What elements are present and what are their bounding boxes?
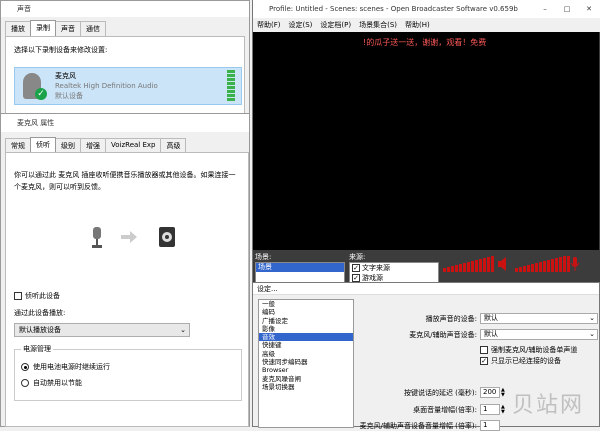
radio-row-auto[interactable]: 自动禁用以节能 (21, 378, 82, 388)
close-icon[interactable]: ✕ (578, 0, 600, 18)
chevron-down-icon: ⌄ (180, 324, 186, 336)
scene-item-selected[interactable]: 场景 (256, 263, 344, 272)
playback-through-label: 通过此设备播放: (14, 308, 65, 318)
only-connected-row[interactable]: ✓ 只显示已经连接的设备 (480, 356, 561, 366)
ptt-delay-row: 按键说话的延迟 (毫秒): 200 ▲▼ (363, 387, 505, 398)
arrow-right-icon (120, 230, 138, 244)
playback-device-combo-value: 默认 (484, 314, 498, 322)
menu-file[interactable]: 帮助(F) (257, 18, 281, 32)
watermark-text: 贝站网 (512, 387, 584, 419)
source-label: 文字来源 (362, 263, 390, 273)
force-mono-checkbox[interactable] (480, 346, 488, 354)
settings-item-broadcast[interactable]: 广播设定 (259, 317, 353, 325)
desktop-boost-label: 桌面音量增幅(倍率): (363, 405, 477, 415)
only-connected-label: 只显示已经连接的设备 (491, 356, 561, 366)
obs-preview[interactable]: !的瓜子送一送，谢谢，观看！免费 (253, 32, 599, 250)
settings-item-browser[interactable]: Browser (259, 366, 353, 374)
mic-device-combo[interactable]: 默认 ⌄ (480, 329, 598, 340)
only-connected-checkbox[interactable]: ✓ (480, 357, 488, 365)
obs-title: Profile: Untitled - Scenes: scenes - Ope… (269, 5, 518, 13)
radio-battery-label: 使用电池电源时继续运行 (33, 362, 110, 372)
mic-volume-meter[interactable] (515, 256, 570, 272)
settings-item-quicksync[interactable]: 快速同步编码器 (259, 358, 353, 366)
device-driver: Realtek High Definition Audio (55, 81, 158, 91)
desktop-boost-input[interactable]: 1 (480, 404, 500, 415)
maximize-icon[interactable]: □ (556, 0, 578, 18)
force-mono-row[interactable]: 强制麦克风/辅助设备单声道 (480, 345, 577, 355)
scenes-label: 场景: (255, 252, 271, 262)
listen-description: 你可以通过此 麦克风 插座收听便携音乐播放器或其他设备。如果连接一个麦克风，则可… (14, 169, 242, 193)
recording-panel: 选择以下录制设备来修改设置: ✓ 麦克风 Realtek High Defini… (5, 36, 245, 121)
radio-row-battery[interactable]: 使用电池电源时继续运行 (21, 362, 110, 372)
playback-device-combo[interactable]: 默认 ⌄ (480, 313, 598, 324)
mic-properties-title: 麦克风 属性 (1, 114, 249, 132)
power-management-legend: 电源管理 (21, 344, 53, 354)
radio-battery[interactable] (21, 363, 29, 371)
device-name: 麦克风 (55, 71, 158, 81)
spinner-arrows-icon[interactable]: ▲▼ (501, 405, 505, 415)
mic-device-combo-value: 默认 (484, 330, 498, 338)
source-item[interactable]: ✓ 文字来源 (350, 263, 438, 273)
ptt-delay-label: 按键说话的延迟 (毫秒): (363, 388, 477, 398)
default-check-icon: ✓ (35, 88, 47, 100)
mic-device-label: 麦克风/辅助声音设备: (363, 330, 477, 340)
desktop-speaker-icon[interactable] (497, 256, 509, 272)
menu-scene-collection[interactable]: 场景集合(S) (359, 18, 397, 32)
preview-ticker-text: !的瓜子送一送，谢谢，观看！免费 (363, 37, 486, 48)
mic-properties-dialog: 麦克风 属性 常规 侦听 级别 增强 VoizReal Exp 高级 你可以通过… (0, 113, 250, 427)
force-mono-label: 强制麦克风/辅助设备单声道 (491, 345, 577, 355)
settings-item-video[interactable]: 影像 (259, 325, 353, 333)
mic-boost-input[interactable]: 1 (480, 420, 500, 431)
mic-boost-row: 麦克风/辅助声音设备音量增幅 (倍率): 1 (313, 420, 500, 431)
chevron-down-icon: ⌄ (589, 330, 595, 339)
spinner-arrows-icon[interactable]: ▲▼ (501, 388, 505, 398)
playback-device-row: 播放声音的设备: 默认 ⌄ (363, 313, 598, 324)
menu-help[interactable]: 帮助(H) (405, 18, 430, 32)
sources-label: 来源: (349, 252, 365, 262)
desktop-boost-row: 桌面音量增幅(倍率): 1 ▲▼ (363, 404, 505, 415)
listen-checkbox[interactable] (14, 292, 22, 300)
minimize-icon[interactable]: – (534, 0, 556, 18)
tab-recording[interactable]: 录制 (30, 20, 56, 37)
menu-profile[interactable]: 设定档(P) (320, 18, 351, 32)
settings-item-advanced[interactable]: 高级 (259, 350, 353, 358)
settings-item-encoding[interactable]: 编码 (259, 308, 353, 316)
sound-dialog-title: 声音 (1, 1, 249, 17)
settings-item-hotkeys[interactable]: 快捷键 (259, 341, 353, 349)
settings-item-noise-gate[interactable]: 麦克风噪音闸 (259, 375, 353, 383)
radio-auto-label: 自动禁用以节能 (33, 378, 82, 388)
power-management-group: 电源管理 使用电池电源时继续运行 自动禁用以节能 (14, 349, 242, 401)
mic-icon[interactable] (569, 256, 581, 272)
settings-title: 设定... (253, 283, 599, 295)
playback-device-label: 播放声音的设备: (363, 314, 477, 324)
recording-device-item[interactable]: ✓ 麦克风 Realtek High Definition Audio 默认设备 (14, 67, 242, 105)
menu-settings[interactable]: 设定(S) (289, 18, 313, 32)
listen-checkbox-row[interactable]: 侦听此设备 (14, 291, 60, 301)
speaker-icon (156, 225, 178, 251)
level-meter (227, 70, 235, 104)
sound-dialog: 声音 播放 录制 声音 通信 选择以下录制设备来修改设置: ✓ 麦克风 Real… (0, 0, 250, 120)
radio-auto-disable[interactable] (21, 379, 29, 387)
playback-device-value: 默认播放设备 (19, 326, 61, 334)
obs-menubar: 帮助(F) 设定(S) 设定档(P) 场景集合(S) 帮助(H) (253, 18, 600, 32)
mic-boost-label: 麦克风/辅助声音设备音量增幅 (倍率): (313, 421, 477, 431)
ptt-delay-input[interactable]: 200 (480, 387, 500, 398)
device-status: 默认设备 (55, 91, 158, 101)
source-checkbox[interactable]: ✓ (352, 264, 360, 272)
source-checkbox[interactable]: ✓ (352, 274, 360, 282)
mic-device-row: 麦克风/辅助声音设备: 默认 ⌄ (363, 329, 598, 340)
playback-device-select[interactable]: 默认播放设备 ⌄ (14, 323, 190, 337)
listen-panel: 你可以通过此 麦克风 插座收听便携音乐播放器或其他设备。如果连接一个麦克风，则可… (5, 152, 249, 427)
recording-instruction: 选择以下录制设备来修改设置: (14, 45, 107, 55)
obs-titlebar: Profile: Untitled - Scenes: scenes - Ope… (253, 0, 600, 18)
listen-checkbox-label: 侦听此设备 (25, 291, 60, 301)
microphone-device-icon (86, 225, 108, 251)
settings-item-scene-switcher[interactable]: 场景切换器 (259, 383, 353, 391)
settings-category-list[interactable]: 一般 编码 广播设定 影像 音效 快捷键 高级 快速同步编码器 Browser … (258, 299, 354, 428)
desktop-volume-meter[interactable] (443, 256, 494, 272)
chevron-down-icon: ⌄ (589, 314, 595, 323)
